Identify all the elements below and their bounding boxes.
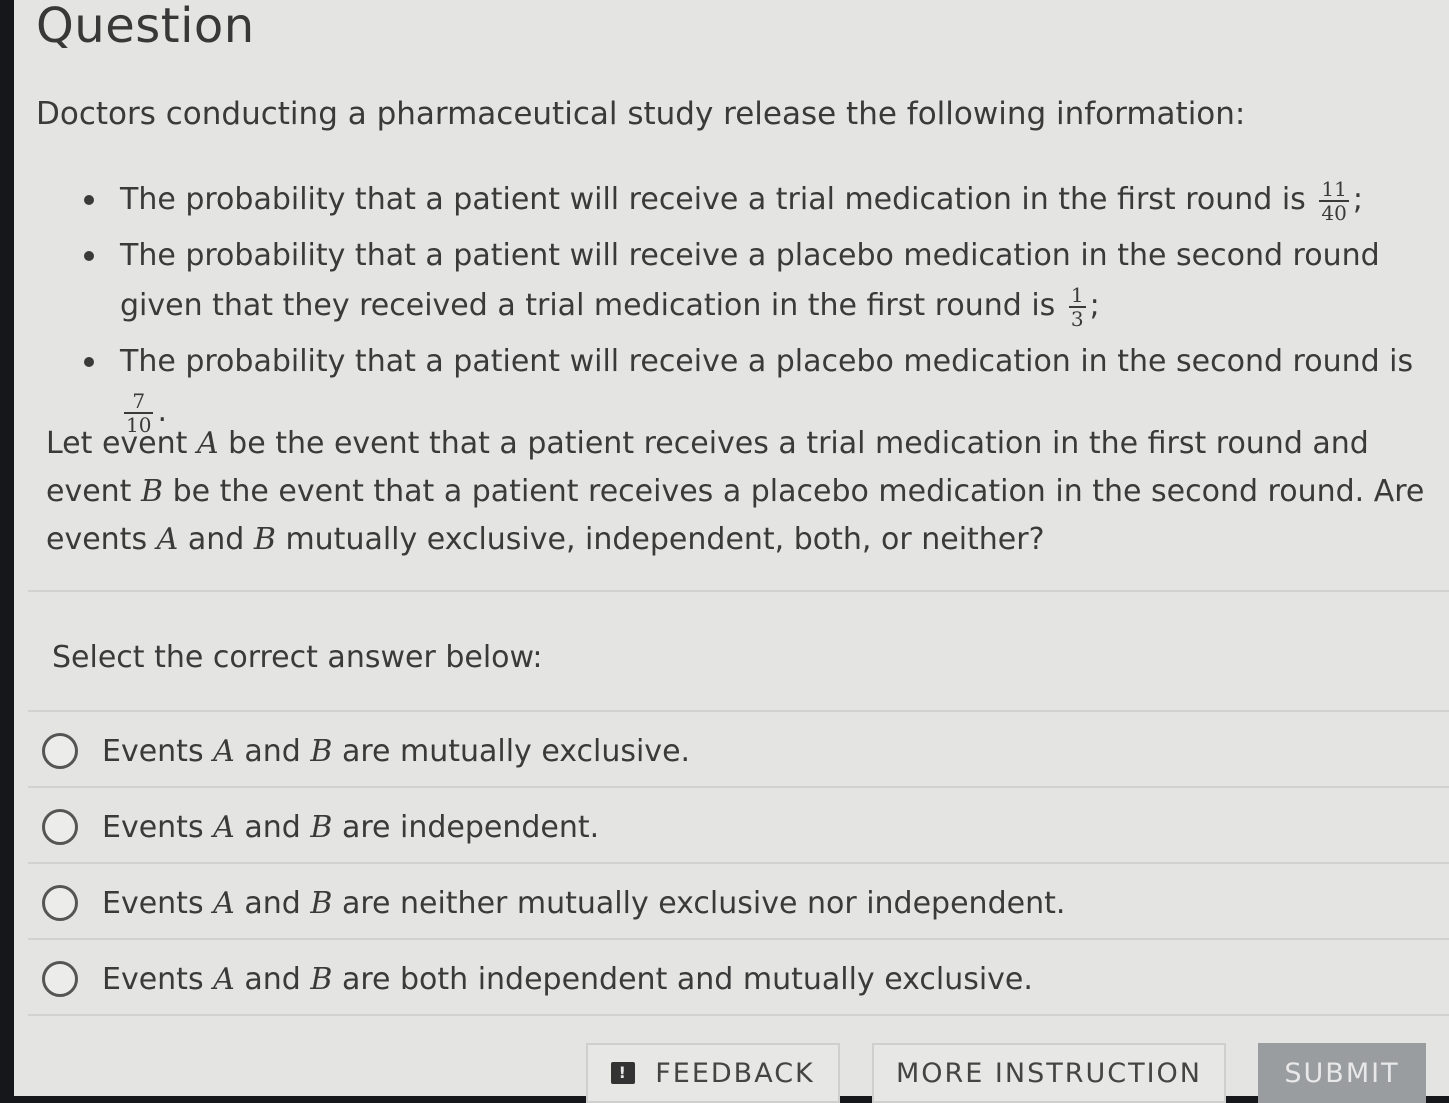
option-divider	[28, 1014, 1449, 1016]
option-text: are neither mutually exclusive nor indep…	[341, 885, 1066, 921]
info-item: The probability that a patient will rece…	[84, 175, 1444, 225]
feedback-icon: !	[611, 1062, 636, 1084]
info-suffix: ;	[1089, 288, 1100, 323]
answer-prompt: Select the correct answer below:	[52, 640, 543, 675]
submit-button[interactable]: SUBMIT	[1258, 1043, 1426, 1103]
info-text: The probability that a patient will rece…	[120, 344, 1414, 379]
question-body: Let event A be the event that a patient …	[46, 420, 1441, 564]
bullet-icon	[84, 251, 94, 261]
info-item: The probability that a patient will rece…	[84, 231, 1444, 331]
answer-option[interactable]: Events A and B are neither mutually excl…	[42, 866, 1442, 940]
feedback-label: FEEDBACK	[655, 1057, 815, 1089]
option-word: Events	[102, 961, 204, 997]
option-word: Events	[102, 809, 204, 845]
option-word: and	[244, 733, 301, 769]
info-text: The probability that a patient will rece…	[120, 238, 1380, 323]
option-label: Events A and B are both independent and …	[102, 962, 1033, 997]
question-intro: Doctors conducting a pharmaceutical stud…	[36, 96, 1246, 132]
option-word: and	[244, 809, 301, 845]
math-variable: B	[310, 733, 333, 769]
answer-option[interactable]: Events A and B are both independent and …	[42, 942, 1442, 1016]
option-divider	[28, 938, 1449, 940]
math-variable: A	[213, 733, 235, 769]
option-divider	[28, 786, 1449, 788]
math-variable: A	[156, 522, 179, 557]
option-label: Events A and B are neither mutually excl…	[102, 886, 1065, 921]
math-variable: A	[213, 885, 235, 921]
fraction: 11 40	[1319, 176, 1349, 225]
option-word: Events	[102, 885, 204, 921]
fraction-numerator: 1	[1068, 282, 1086, 308]
option-label: Events A and B are mutually exclusive.	[102, 734, 690, 769]
math-variable: B	[310, 809, 333, 845]
option-text: are mutually exclusive.	[341, 733, 691, 769]
more-instruction-button[interactable]: MORE INSTRUCTION	[872, 1043, 1226, 1103]
option-word: Events	[102, 733, 204, 769]
page-title: Question	[36, 0, 255, 54]
math-variable: B	[310, 961, 333, 997]
math-variable: A	[213, 809, 235, 845]
question-page: Question Doctors conducting a pharmaceut…	[14, 0, 1449, 1103]
fraction-denominator: 40	[1321, 200, 1347, 225]
body-text: Let event	[46, 426, 188, 461]
math-variable: B	[141, 474, 164, 509]
info-text: The probability that a patient will rece…	[120, 182, 1306, 217]
option-divider	[28, 710, 1449, 712]
radio-button[interactable]	[42, 885, 78, 921]
radio-button[interactable]	[42, 809, 78, 845]
bullet-icon	[84, 357, 94, 367]
radio-button[interactable]	[42, 961, 78, 997]
feedback-button[interactable]: ! FEEDBACK	[586, 1043, 840, 1103]
body-text: mutually exclusive, independent, both, o…	[285, 522, 1045, 557]
fraction-denominator: 3	[1070, 306, 1084, 331]
fraction-numerator: 7	[124, 390, 154, 414]
answer-option[interactable]: Events A and B are independent.	[42, 790, 1442, 864]
option-word: and	[244, 961, 301, 997]
math-variable: B	[253, 522, 276, 557]
radio-button[interactable]	[42, 733, 78, 769]
bullet-icon	[84, 195, 94, 205]
math-variable: A	[196, 426, 219, 461]
info-suffix: ;	[1352, 182, 1363, 217]
section-divider	[28, 590, 1449, 592]
option-divider	[28, 862, 1449, 864]
fraction-numerator: 11	[1319, 176, 1349, 202]
body-text: and	[187, 522, 245, 557]
option-text: are both independent and mutually exclus…	[341, 961, 1033, 997]
option-word: and	[244, 885, 301, 921]
fraction: 13	[1068, 282, 1086, 331]
info-list: The probability that a patient will rece…	[84, 175, 1444, 443]
option-label: Events A and B are independent.	[102, 810, 599, 845]
math-variable: B	[310, 885, 333, 921]
answer-option[interactable]: Events A and B are mutually exclusive.	[42, 714, 1442, 788]
more-instruction-label: MORE INSTRUCTION	[895, 1057, 1203, 1089]
submit-label: SUBMIT	[1284, 1057, 1400, 1089]
math-variable: A	[213, 961, 235, 997]
option-text: are independent.	[341, 809, 600, 845]
